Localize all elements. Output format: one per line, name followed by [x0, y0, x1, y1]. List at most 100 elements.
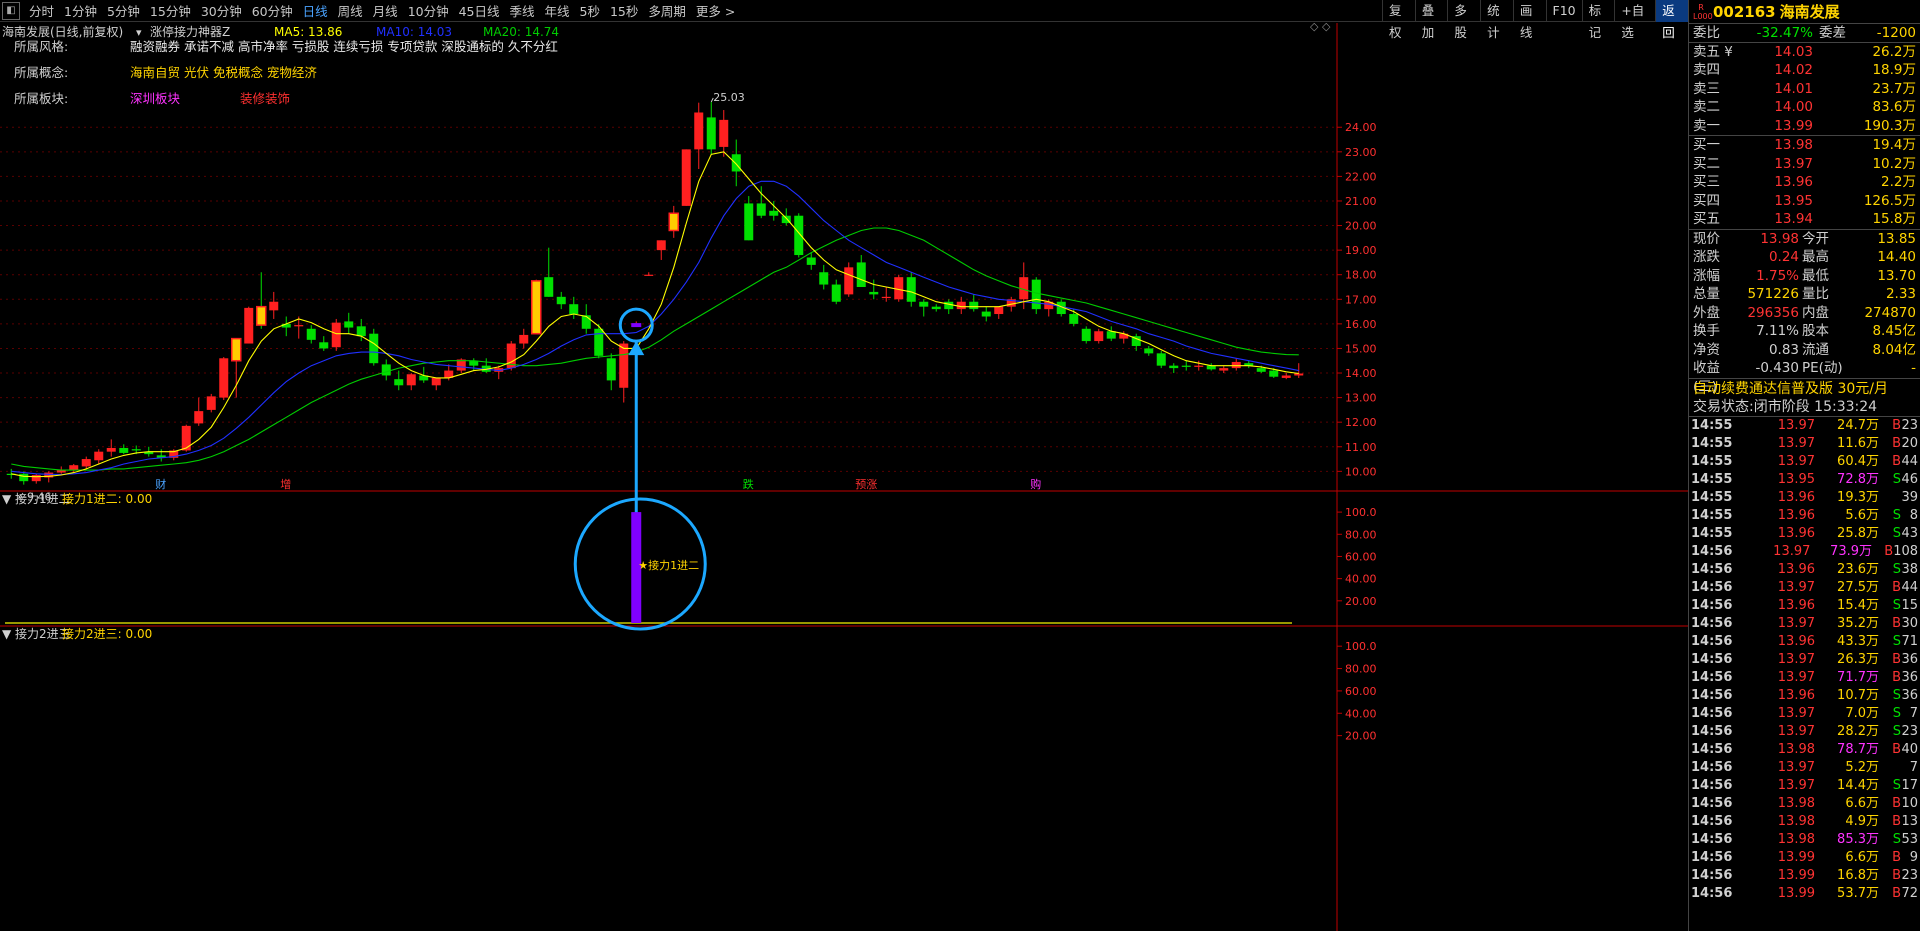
tick-count: 30 [1901, 615, 1918, 631]
tick-volume: 78.7万 [1837, 741, 1879, 757]
tool-button[interactable]: 统计 [1480, 0, 1513, 40]
bid-volume: 15.8万 [1872, 211, 1916, 227]
event-label[interactable]: 增 [280, 477, 291, 491]
candle-body [181, 425, 191, 451]
ask-row[interactable]: 卖三 14.01 23.7万 [1689, 80, 1920, 99]
tool-button[interactable]: 标记 [1581, 0, 1615, 40]
period-tab[interactable]: 60分钟 [247, 1, 298, 20]
candle [1144, 345, 1154, 356]
tick-price: 13.96 [1777, 525, 1815, 541]
panel-toggle-icon[interactable]: ◧ [2, 1, 20, 20]
candle-body [394, 379, 404, 386]
period-tab[interactable]: 15分钟 [145, 1, 196, 20]
tick-count: 10 [1901, 795, 1918, 811]
sub-tick: 60.00 [1345, 550, 1377, 563]
bid-row[interactable]: 买一 13.98 19.4万 [1689, 136, 1920, 155]
period-tab[interactable]: 季线 [505, 1, 540, 20]
period-tab[interactable]: 1分钟 [59, 1, 102, 20]
event-label[interactable]: 购 [1030, 477, 1041, 491]
tick-row: 14:56 13.97 73.9万 B 108 [1689, 543, 1920, 561]
chart-area[interactable]: 海南发展(日线,前复权) 涨停接力神器Z MA5: 13.86 MA10: 14.03… [0, 20, 1688, 931]
tick-count: 17 [1901, 777, 1918, 793]
period-tab[interactable]: 周线 [333, 1, 368, 20]
tool-button[interactable]: 多股 [1447, 0, 1480, 40]
period-tab[interactable]: 30分钟 [196, 1, 247, 20]
style-value: 融资融券 承诺不减 高市净率 亏损股 连续亏损 专项贷款 深股通标的 久不分红 [130, 39, 558, 54]
period-tab[interactable]: 分时 [24, 1, 59, 20]
tool-button[interactable]: 复权 [1382, 0, 1415, 40]
candle-body [206, 396, 216, 410]
bid-row[interactable]: 买四 13.95 126.5万 [1689, 192, 1920, 211]
sub-tick: 40.00 [1345, 573, 1377, 586]
event-label[interactable]: 财 [155, 477, 166, 491]
bid-label: 买三 [1693, 174, 1720, 190]
ad-banner[interactable]: 自动续费通达信普及版 30元/月 [1689, 377, 1920, 398]
tick-row: 14:55 13.96 19.3万 39 [1689, 489, 1920, 507]
candle-body [869, 291, 879, 295]
sub-tick: 40.00 [1345, 707, 1377, 720]
candle-body [681, 149, 691, 206]
bid-row[interactable]: 买三 13.96 2.2万 [1689, 173, 1920, 192]
kline-chart[interactable]: 海南发展(日线,前复权) 涨停接力神器Z MA5: 13.86 MA10: 14.03… [0, 20, 1688, 931]
sector-value-2[interactable]: 装修装饰 [240, 91, 290, 106]
candle [1131, 333, 1141, 351]
event-label[interactable]: 预涨 [855, 478, 877, 491]
tick-count: 71 [1901, 633, 1918, 649]
bid-row[interactable]: 买二 13.97 10.2万 [1689, 155, 1920, 174]
candle-body [1269, 370, 1279, 377]
diamond-icon[interactable]: ◇ [1310, 20, 1319, 33]
tick-price: 13.97 [1777, 417, 1815, 433]
tool-button[interactable]: 返回 [1655, 0, 1688, 40]
candle-body [606, 358, 616, 381]
tick-row: 14:56 13.98 6.6万 B 10 [1689, 795, 1920, 813]
candle-body [594, 328, 604, 356]
period-tab[interactable]: 5分钟 [102, 1, 145, 20]
tick-volume: 14.4万 [1837, 777, 1879, 793]
quote-label: 涨幅 [1693, 267, 1720, 284]
period-tab[interactable]: 年线 [540, 1, 575, 20]
diamond-icon[interactable]: ◇ [1322, 20, 1331, 33]
ask-row[interactable]: 卖一 13.99 190.3万 [1689, 117, 1920, 136]
tick-volume: 71.7万 [1837, 669, 1879, 685]
tool-button[interactable]: F10 [1545, 0, 1582, 22]
period-tab[interactable]: 5秒 [575, 1, 605, 20]
price-tick: 23.00 [1345, 146, 1377, 159]
candle-body [556, 296, 566, 305]
period-tab[interactable]: 更多 > [691, 1, 740, 20]
period-tab[interactable]: 15秒 [605, 1, 643, 20]
candle-body [569, 304, 579, 315]
candle-body [406, 374, 416, 386]
tick-list[interactable]: 14:55 13.97 24.7万 B 23 14:55 13.97 11.6万 B 20 14:5… [1689, 417, 1920, 903]
ask-row[interactable]: 卖二 14.00 83.6万 [1689, 98, 1920, 117]
period-tab[interactable]: 45日线 [454, 1, 505, 20]
bid-label: 买四 [1693, 192, 1720, 209]
tool-button[interactable]: +自选 [1614, 0, 1655, 40]
tick-row: 14:55 13.96 25.8万 S 43 [1689, 525, 1920, 543]
tick-time: 14:55 [1691, 435, 1733, 451]
tick-time: 14:56 [1691, 849, 1733, 865]
sub-tick: 80.00 [1345, 528, 1377, 541]
bid-row[interactable]: 买五 13.94 15.8万 [1689, 210, 1920, 229]
period-tab[interactable]: 多周期 [643, 1, 691, 20]
tick-price: 13.96 [1777, 561, 1815, 577]
quote-label: 流通 [1802, 341, 1829, 358]
tool-button[interactable]: 叠加 [1414, 0, 1448, 40]
period-tab[interactable]: 月线 [368, 1, 403, 20]
ask-row[interactable]: 卖五 ¥ 14.03 26.2万 [1689, 43, 1920, 62]
quote-value: 13.85 [1877, 230, 1916, 247]
tick-direction: S [1892, 723, 1901, 739]
candle [919, 299, 929, 317]
quote-row: 净资 0.83 流通 8.04亿 [1689, 341, 1920, 360]
ask-label: 卖四 [1693, 62, 1720, 78]
tool-button[interactable]: 画线 [1512, 0, 1546, 40]
candle-body [756, 203, 766, 216]
sector-value-1[interactable]: 深圳板块 [130, 88, 240, 107]
sub-tick: 60.00 [1345, 685, 1377, 698]
event-label[interactable]: 跌 [743, 477, 754, 491]
ask-row[interactable]: 卖四 14.02 18.9万 [1689, 61, 1920, 80]
candle [519, 328, 529, 349]
period-tab[interactable]: 10分钟 [403, 1, 454, 20]
stock-name: 海南发展 [1779, 3, 1840, 21]
candle-body [794, 215, 804, 256]
period-tab[interactable]: 日线 [298, 1, 333, 20]
